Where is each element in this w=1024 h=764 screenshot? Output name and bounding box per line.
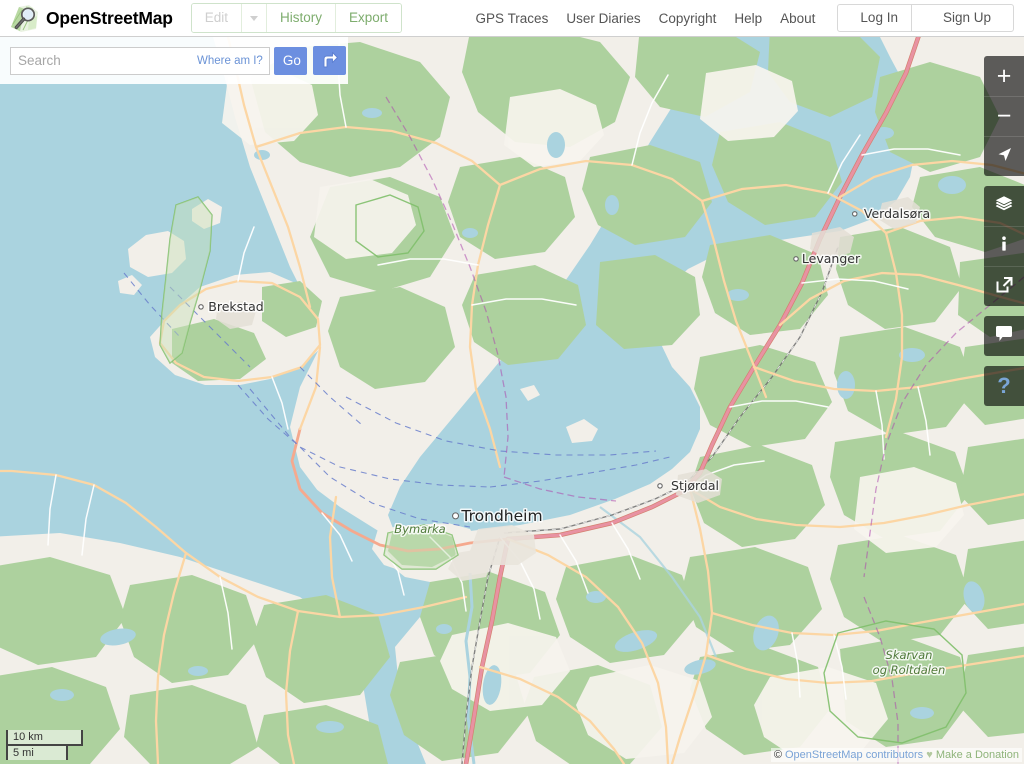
osm-magnifier-logo-icon xyxy=(9,2,40,34)
notes-button[interactable] xyxy=(984,316,1024,356)
osm-page: OpenStreetMap Edit History Export GPS Tr… xyxy=(0,0,1024,764)
location-arrow-icon xyxy=(995,145,1014,169)
edit-button[interactable]: Edit xyxy=(191,4,242,32)
copyright-symbol: © xyxy=(773,749,782,761)
heart-icon: ♥ xyxy=(926,749,933,761)
svg-text:Levanger: Levanger xyxy=(802,251,861,266)
nav-about[interactable]: About xyxy=(780,11,815,26)
scale-imperial: 5 mi xyxy=(6,744,68,760)
svg-text:Brekstad: Brekstad xyxy=(208,299,263,314)
edit-dropdown-button[interactable] xyxy=(242,4,267,32)
svg-text:Bymarka: Bymarka xyxy=(394,522,445,536)
speech-bubble-icon xyxy=(994,325,1014,348)
share-button[interactable] xyxy=(984,266,1024,306)
svg-text:og Roltdalen: og Roltdalen xyxy=(873,663,946,677)
svg-text:Skarvan: Skarvan xyxy=(886,648,933,662)
query-features-button[interactable]: ? xyxy=(984,366,1024,406)
map-attribution: © OpenStreetMap contributors ♥ Make a Do… xyxy=(770,748,1022,762)
directions-arrow-icon xyxy=(319,49,340,73)
map-key-button[interactable] xyxy=(984,226,1024,266)
map-action-buttons: Edit History Export xyxy=(190,3,403,33)
auth-buttons: Log In Sign Up xyxy=(837,4,1014,32)
nav-help[interactable]: Help xyxy=(734,11,762,26)
map-tools-group xyxy=(984,186,1024,306)
svg-text:Stjørdal: Stjørdal xyxy=(671,478,719,493)
minus-icon: − xyxy=(996,102,1012,130)
export-button[interactable]: Export xyxy=(336,4,402,32)
layers-button[interactable] xyxy=(984,186,1024,226)
scale-bar: 10 km 5 mi xyxy=(6,730,83,760)
zoom-in-button[interactable]: + xyxy=(984,56,1024,96)
search-go-button[interactable]: Go xyxy=(273,46,307,75)
plus-icon: + xyxy=(996,61,1012,90)
question-mark-icon: ? xyxy=(997,373,1011,398)
search-input[interactable] xyxy=(11,46,197,75)
share-export-icon xyxy=(995,275,1014,299)
login-button[interactable]: Log In xyxy=(847,5,912,31)
notes-group xyxy=(984,316,1024,356)
info-icon xyxy=(996,235,1012,258)
map-canvas[interactable]: Brekstad Brekstad Verdalsøra Verdalsøra Leva… xyxy=(0,37,1024,764)
map-controls: + − ? xyxy=(984,56,1024,416)
nav-copyright[interactable]: Copyright xyxy=(659,11,717,26)
where-am-i-link[interactable]: Where am I? xyxy=(197,55,269,67)
layers-stack-icon xyxy=(994,194,1014,219)
locate-button[interactable] xyxy=(984,136,1024,176)
svg-text:Verdalsøra: Verdalsøra xyxy=(864,206,930,221)
make-a-donation-link[interactable]: Make a Donation xyxy=(936,749,1019,761)
search-field-wrapper: Where am I? xyxy=(10,46,270,75)
chevron-down-icon xyxy=(250,15,258,21)
svg-text:Trondheim: Trondheim xyxy=(460,507,542,525)
zoom-out-button[interactable]: − xyxy=(984,96,1024,136)
brand-home-link[interactable]: OpenStreetMap xyxy=(9,2,173,34)
site-header: OpenStreetMap Edit History Export GPS Tr… xyxy=(0,0,1024,37)
search-panel: Where am I? Go xyxy=(0,37,348,84)
osm-contributors-link[interactable]: OpenStreetMap contributors xyxy=(785,749,923,761)
nav-user-diaries[interactable]: User Diaries xyxy=(566,11,640,26)
zoom-control-group: + − xyxy=(984,56,1024,176)
directions-button[interactable] xyxy=(312,46,346,75)
history-button[interactable]: History xyxy=(267,4,337,32)
signup-button[interactable]: Sign Up xyxy=(929,5,1004,31)
brand-title: OpenStreetMap xyxy=(46,7,173,28)
nav-gps-traces[interactable]: GPS Traces xyxy=(476,11,549,26)
query-group: ? xyxy=(984,366,1024,406)
primary-nav: GPS Traces User Diaries Copyright Help A… xyxy=(467,4,1024,32)
